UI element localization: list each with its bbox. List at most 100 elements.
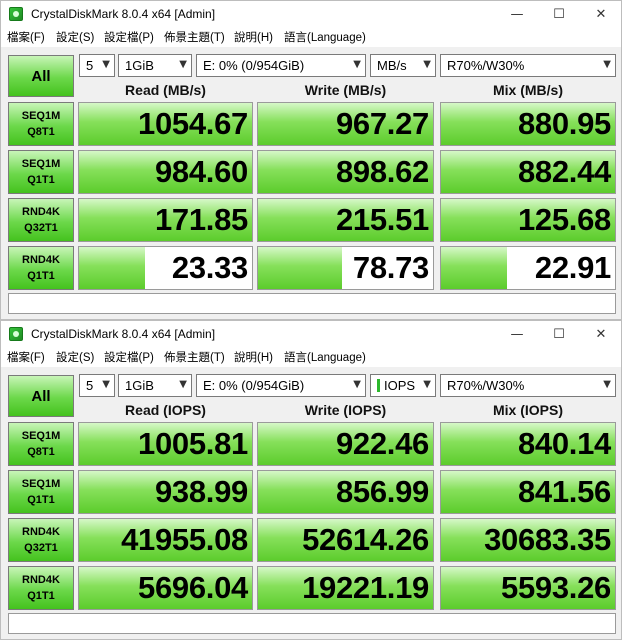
result-cell-mix: 841.56 (440, 470, 616, 514)
result-cell-write: 898.62 (257, 150, 434, 194)
test-size-value: 1GiB (125, 58, 154, 73)
test-button-line2: Q8T1 (27, 126, 55, 138)
maximize-icon[interactable]: ☐ (539, 1, 579, 27)
mix-ratio-value: R70%/W30% (447, 58, 525, 73)
result-cell-read: 1054.67 (78, 102, 253, 146)
result-value: 215.51 (335, 202, 429, 237)
test-size-select[interactable]: 1GiB ▼ (118, 54, 192, 77)
menu-file[interactable]: 檔案(F) (7, 29, 45, 45)
menu-settings[interactable]: 設定(S) (56, 29, 94, 45)
unit-select[interactable]: MB/s ▼ (370, 54, 436, 77)
mix-column-header: Mix (IOPS) (492, 402, 563, 418)
all-button[interactable]: All (8, 55, 74, 97)
result-value: 5696.04 (138, 570, 248, 605)
chevron-down-icon: ▼ (353, 379, 361, 390)
comment-input[interactable] (8, 613, 616, 634)
chevron-down-icon: ▼ (179, 379, 187, 390)
title-bar[interactable]: CrystalDiskMark 8.0.4 x64 [Admin] — ☐ ✕ (1, 321, 621, 347)
mix-column-header: Mix (MB/s) (493, 82, 563, 98)
result-value: 1005.81 (138, 426, 248, 461)
menu-theme[interactable]: 佈景主題(T) (164, 29, 225, 45)
minimize-icon[interactable]: — (497, 1, 537, 27)
mix-ratio-select[interactable]: R70%/W30% ▼ (440, 54, 616, 77)
test-button-seq1m-q8t1[interactable]: SEQ1M Q8T1 (8, 102, 74, 146)
menu-help[interactable]: 說明(H) (234, 29, 273, 45)
result-cell-mix: 5593.26 (440, 566, 616, 610)
menu-profile[interactable]: 設定檔(P) (104, 29, 154, 45)
result-cell-mix: 125.68 (440, 198, 616, 242)
test-count-select[interactable]: 5 ▼ (79, 54, 115, 77)
drive-value: E: 0% (0/954GiB) (203, 58, 305, 73)
test-button-seq1m-q1t1[interactable]: SEQ1M Q1T1 (8, 150, 74, 194)
comment-input[interactable] (8, 293, 616, 314)
result-cell-write: 19221.19 (257, 566, 434, 610)
crystaldiskmark-app-icon (9, 327, 23, 341)
result-value: 882.44 (517, 154, 611, 189)
result-value: 52614.26 (302, 522, 429, 557)
test-button-rnd4k-q1t1[interactable]: RND4K Q1T1 (8, 566, 74, 610)
result-cell-mix: 30683.35 (440, 518, 616, 562)
result-value: 171.85 (154, 202, 248, 237)
menu-theme[interactable]: 佈景主題(T) (164, 349, 225, 365)
test-button-rnd4k-q1t1[interactable]: RND4K Q1T1 (8, 246, 74, 290)
test-button-line2: Q1T1 (27, 174, 55, 186)
test-button-line1: RND4K (22, 206, 60, 218)
result-value: 41955.08 (121, 522, 248, 557)
test-button-rnd4k-q32t1[interactable]: RND4K Q32T1 (8, 198, 74, 242)
mix-ratio-select[interactable]: R70%/W30% ▼ (440, 374, 616, 397)
result-value: 856.99 (335, 474, 429, 509)
crystaldiskmark-app-icon (9, 7, 23, 21)
result-value: 984.60 (154, 154, 248, 189)
unit-value: IOPS (384, 378, 416, 393)
menu-bar: 檔案(F) 設定(S) 設定檔(P) 佈景主題(T) 說明(H) 語言(Lang… (1, 347, 621, 367)
result-cell-mix: 22.91 (440, 246, 616, 290)
drive-select[interactable]: E: 0% (0/954GiB) ▼ (196, 54, 366, 77)
result-cell-write: 78.73 (257, 246, 434, 290)
test-button-line2: Q32T1 (24, 222, 58, 234)
result-cell-read: 938.99 (78, 470, 253, 514)
chevron-down-icon: ▼ (423, 379, 431, 390)
result-value: 22.91 (534, 250, 611, 285)
minimize-icon[interactable]: — (497, 321, 537, 347)
result-cell-read: 41955.08 (78, 518, 253, 562)
result-value: 841.56 (517, 474, 611, 509)
drive-select[interactable]: E: 0% (0/954GiB) ▼ (196, 374, 366, 397)
title-bar[interactable]: CrystalDiskMark 8.0.4 x64 [Admin] — ☐ ✕ (1, 1, 621, 27)
write-column-header: Write (IOPS) (304, 402, 387, 418)
close-icon[interactable]: ✕ (581, 1, 621, 27)
result-cell-read: 1005.81 (78, 422, 253, 466)
test-button-seq1m-q8t1[interactable]: SEQ1M Q8T1 (8, 422, 74, 466)
menu-file[interactable]: 檔案(F) (7, 349, 45, 365)
test-button-rnd4k-q32t1[interactable]: RND4K Q32T1 (8, 518, 74, 562)
result-cell-read: 5696.04 (78, 566, 253, 610)
test-count-value: 5 (86, 58, 94, 73)
menu-settings[interactable]: 設定(S) (56, 349, 94, 365)
menu-help[interactable]: 說明(H) (234, 349, 273, 365)
window-title: CrystalDiskMark 8.0.4 x64 [Admin] (31, 7, 216, 21)
mix-ratio-value: R70%/W30% (447, 378, 525, 393)
result-value: 880.95 (517, 106, 611, 141)
all-button[interactable]: All (8, 375, 74, 417)
result-cell-mix: 880.95 (440, 102, 616, 146)
close-icon[interactable]: ✕ (581, 321, 621, 347)
test-button-line1: SEQ1M (21, 158, 61, 170)
maximize-icon[interactable]: ☐ (539, 321, 579, 347)
result-cell-write: 215.51 (257, 198, 434, 242)
unit-value: MB/s (377, 58, 407, 73)
menu-language[interactable]: 語言(Language) (284, 349, 366, 365)
test-count-select[interactable]: 5 ▼ (79, 374, 115, 397)
unit-select[interactable]: IOPS ▼ (370, 374, 436, 397)
read-column-header: Read (MB/s) (125, 82, 206, 98)
chevron-down-icon: ▼ (102, 59, 110, 70)
menu-profile[interactable]: 設定檔(P) (104, 349, 154, 365)
test-size-select[interactable]: 1GiB ▼ (118, 374, 192, 397)
test-button-line2: Q8T1 (27, 446, 55, 458)
menu-language[interactable]: 語言(Language) (284, 29, 366, 45)
result-value: 922.46 (335, 426, 429, 461)
chevron-down-icon: ▼ (603, 59, 611, 70)
result-value: 898.62 (335, 154, 429, 189)
result-value: 78.73 (352, 250, 429, 285)
chevron-down-icon: ▼ (423, 59, 431, 70)
test-button-line1: RND4K (22, 526, 60, 538)
test-button-seq1m-q1t1[interactable]: SEQ1M Q1T1 (8, 470, 74, 514)
